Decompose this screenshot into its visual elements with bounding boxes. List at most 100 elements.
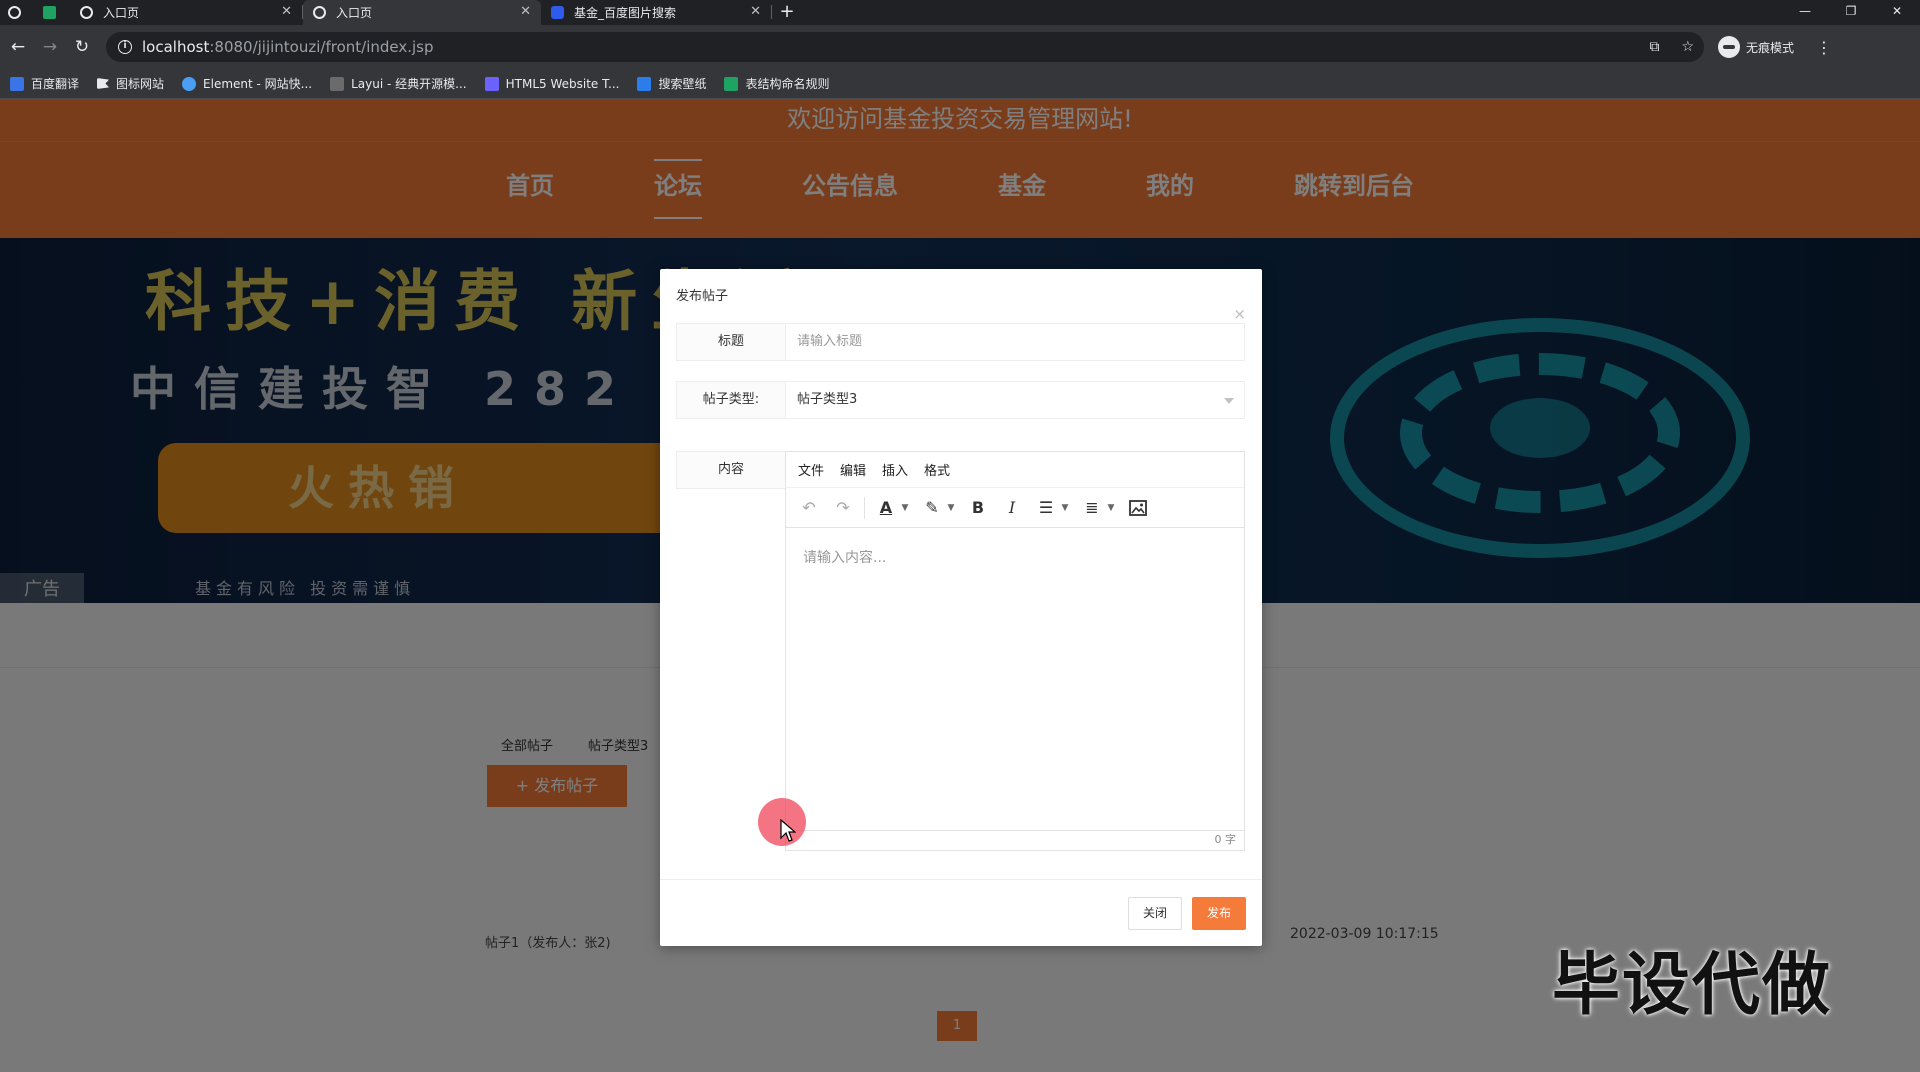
text-color-icon[interactable]: A — [873, 495, 899, 521]
close-icon[interactable]: ✕ — [281, 4, 292, 19]
editor-menu-file[interactable]: 文件 — [798, 460, 824, 479]
chevron-down-icon — [1224, 398, 1234, 404]
browser-tab-pinned-2[interactable] — [30, 0, 70, 25]
bookmarks-bar: 百度翻译 图标网站 Element - 网站快... Layui - 经典开源模… — [0, 69, 1920, 99]
element-logo-icon — [182, 76, 197, 91]
sheet-icon — [43, 6, 56, 19]
flag-icon — [97, 78, 110, 89]
bullet-list-icon[interactable]: ☰ — [1033, 495, 1059, 521]
reload-icon[interactable]: ↻ — [66, 31, 98, 63]
bookmark-label: HTML5 Website T... — [505, 76, 620, 91]
undo-icon[interactable]: ↶ — [796, 495, 822, 521]
close-window-icon[interactable]: ✕ — [1874, 0, 1920, 25]
baidu-paw-icon — [551, 6, 564, 19]
url-input[interactable]: i localhost:8080/jijintouzi/front/index.… — [106, 32, 1704, 62]
tab-title: 入口页 — [336, 6, 373, 20]
address-bar: ← → ↻ i localhost:8080/jijintouzi/front/… — [0, 25, 1920, 69]
editor-menu-format[interactable]: 格式 — [924, 460, 950, 479]
web-page: 欢迎访问基金投资交易管理网站! 首页 论坛 公告信息 基金 我的 跳转到后台 科… — [0, 99, 1920, 1072]
globe-icon — [313, 6, 326, 19]
bookmark-html5-templates[interactable]: HTML5 Website T... — [484, 76, 620, 91]
translate-icon — [10, 76, 24, 91]
restore-icon[interactable]: ❐ — [1828, 0, 1874, 25]
title-label: 标题 — [676, 323, 786, 361]
dialog-footer-divider — [660, 879, 1262, 880]
chevron-down-icon[interactable]: ▼ — [899, 503, 911, 513]
translate-icon[interactable]: ⧉ — [1649, 39, 1659, 55]
layui-logo-icon — [330, 76, 345, 91]
tab-title: 入口页 — [103, 6, 140, 20]
url-path: :8080/jijintouzi/front/index.jsp — [209, 38, 434, 56]
chevron-down-icon[interactable]: ▼ — [1059, 503, 1071, 513]
close-button[interactable]: 关闭 — [1128, 897, 1182, 930]
incognito-icon — [1718, 36, 1740, 58]
browser-tab-pinned-1[interactable] — [0, 0, 30, 25]
bold-icon[interactable]: B — [965, 495, 991, 521]
back-arrow-icon[interactable]: ← — [2, 31, 34, 63]
browser-tab-baidu-images[interactable]: 基金_百度图片搜索 ✕ — [541, 0, 771, 25]
bookmark-label: Element - 网站快... — [203, 77, 313, 91]
minimize-icon[interactable]: — — [1782, 0, 1828, 25]
toolbar-separator — [864, 496, 865, 519]
title-placeholder: 请输入标题 — [797, 334, 863, 349]
bookmark-label: Layui - 经典开源模... — [351, 77, 467, 91]
omnibox-actions: ⧉ ☆ — [1649, 39, 1704, 55]
post-type-label: 帖子类型: — [676, 381, 786, 419]
editor-menu-insert[interactable]: 插入 — [882, 460, 908, 479]
bookmark-label: 图标网站 — [116, 77, 165, 91]
numbered-list-icon[interactable]: ≣ — [1079, 495, 1105, 521]
globe-icon — [80, 6, 93, 19]
bookmark-table-naming[interactable]: 表结构命名规则 — [724, 75, 829, 92]
url-host: localhost — [142, 38, 210, 56]
publish-button[interactable]: 发布 — [1192, 897, 1246, 930]
bookmark-star-icon[interactable]: ☆ — [1681, 39, 1694, 55]
bookmark-label: 表结构命名规则 — [745, 77, 830, 91]
editor-menu-edit[interactable]: 编辑 — [840, 460, 866, 479]
globe-icon — [8, 6, 21, 19]
rich-text-editor: 文件 编辑 插入 格式 ↶ ↷ A ▼ ✎ ▼ B I ☰ ▼ ≣ ▼ 请输入内… — [785, 451, 1245, 851]
browser-menu-icon[interactable]: ⋮ — [1816, 38, 1832, 57]
close-icon[interactable]: ✕ — [750, 4, 761, 19]
publish-post-dialog: 发布帖子 × 标题 请输入标题 帖子类型: 帖子类型3 内容 文件 编辑 插入 … — [660, 269, 1262, 946]
watermark-text: 毕设代做 — [1552, 946, 1833, 1025]
new-tab-button[interactable]: + — [772, 0, 802, 25]
content-label: 内容 — [676, 451, 786, 489]
dialog-title: 发布帖子 — [676, 289, 729, 304]
chevron-down-icon[interactable]: ▼ — [945, 503, 957, 513]
insert-image-icon[interactable] — [1125, 495, 1151, 521]
bookmark-layui[interactable]: Layui - 经典开源模... — [330, 75, 467, 92]
italic-icon[interactable]: I — [999, 495, 1025, 521]
html5-logo-icon — [484, 76, 499, 91]
tab-title: 基金_百度图片搜索 — [574, 6, 677, 20]
browser-tab-entry-2[interactable]: 入口页 ✕ — [303, 0, 541, 25]
word-count: 0 字 — [786, 830, 1244, 850]
post-type-select[interactable]: 帖子类型3 — [785, 381, 1245, 419]
bookmark-label: 百度翻译 — [31, 77, 80, 91]
browser-tab-entry-1[interactable]: 入口页 ✕ — [70, 0, 302, 25]
editor-menubar: 文件 编辑 插入 格式 — [786, 452, 1244, 488]
wallpaper-logo-icon — [637, 76, 652, 91]
editor-placeholder: 请输入内容... — [803, 550, 887, 566]
editor-toolbar: ↶ ↷ A ▼ ✎ ▼ B I ☰ ▼ ≣ ▼ — [786, 488, 1244, 528]
editor-content-area[interactable]: 请输入内容... — [786, 529, 1244, 829]
bookmark-wallpaper[interactable]: 搜索壁纸 — [637, 75, 706, 92]
highlight-color-icon[interactable]: ✎ — [919, 495, 945, 521]
incognito-label: 无痕模式 — [1746, 40, 1795, 55]
chevron-down-icon[interactable]: ▼ — [1105, 503, 1117, 513]
image-icon-svg — [1129, 499, 1147, 516]
close-icon[interactable]: × — [1233, 305, 1246, 323]
redo-icon[interactable]: ↷ — [830, 495, 856, 521]
sheet-icon — [724, 76, 739, 91]
mouse-cursor-icon — [780, 819, 796, 842]
incognito-profile-button[interactable]: 无痕模式 — [1718, 36, 1794, 58]
window-controls: — ❐ ✕ — [1782, 0, 1920, 25]
bookmark-element[interactable]: Element - 网站快... — [182, 75, 312, 92]
bookmark-baidu-translate[interactable]: 百度翻译 — [10, 75, 79, 92]
forward-arrow-icon[interactable]: → — [34, 31, 66, 63]
bookmark-label: 搜索壁纸 — [658, 77, 707, 91]
browser-tab-bar: 入口页 ✕ 入口页 ✕ 基金_百度图片搜索 ✕ + — ❐ ✕ — [0, 0, 1920, 25]
title-input[interactable]: 请输入标题 — [785, 323, 1245, 361]
site-info-icon[interactable]: i — [118, 40, 132, 54]
close-icon[interactable]: ✕ — [520, 4, 531, 19]
bookmark-icon-site[interactable]: 图标网站 — [97, 75, 164, 92]
